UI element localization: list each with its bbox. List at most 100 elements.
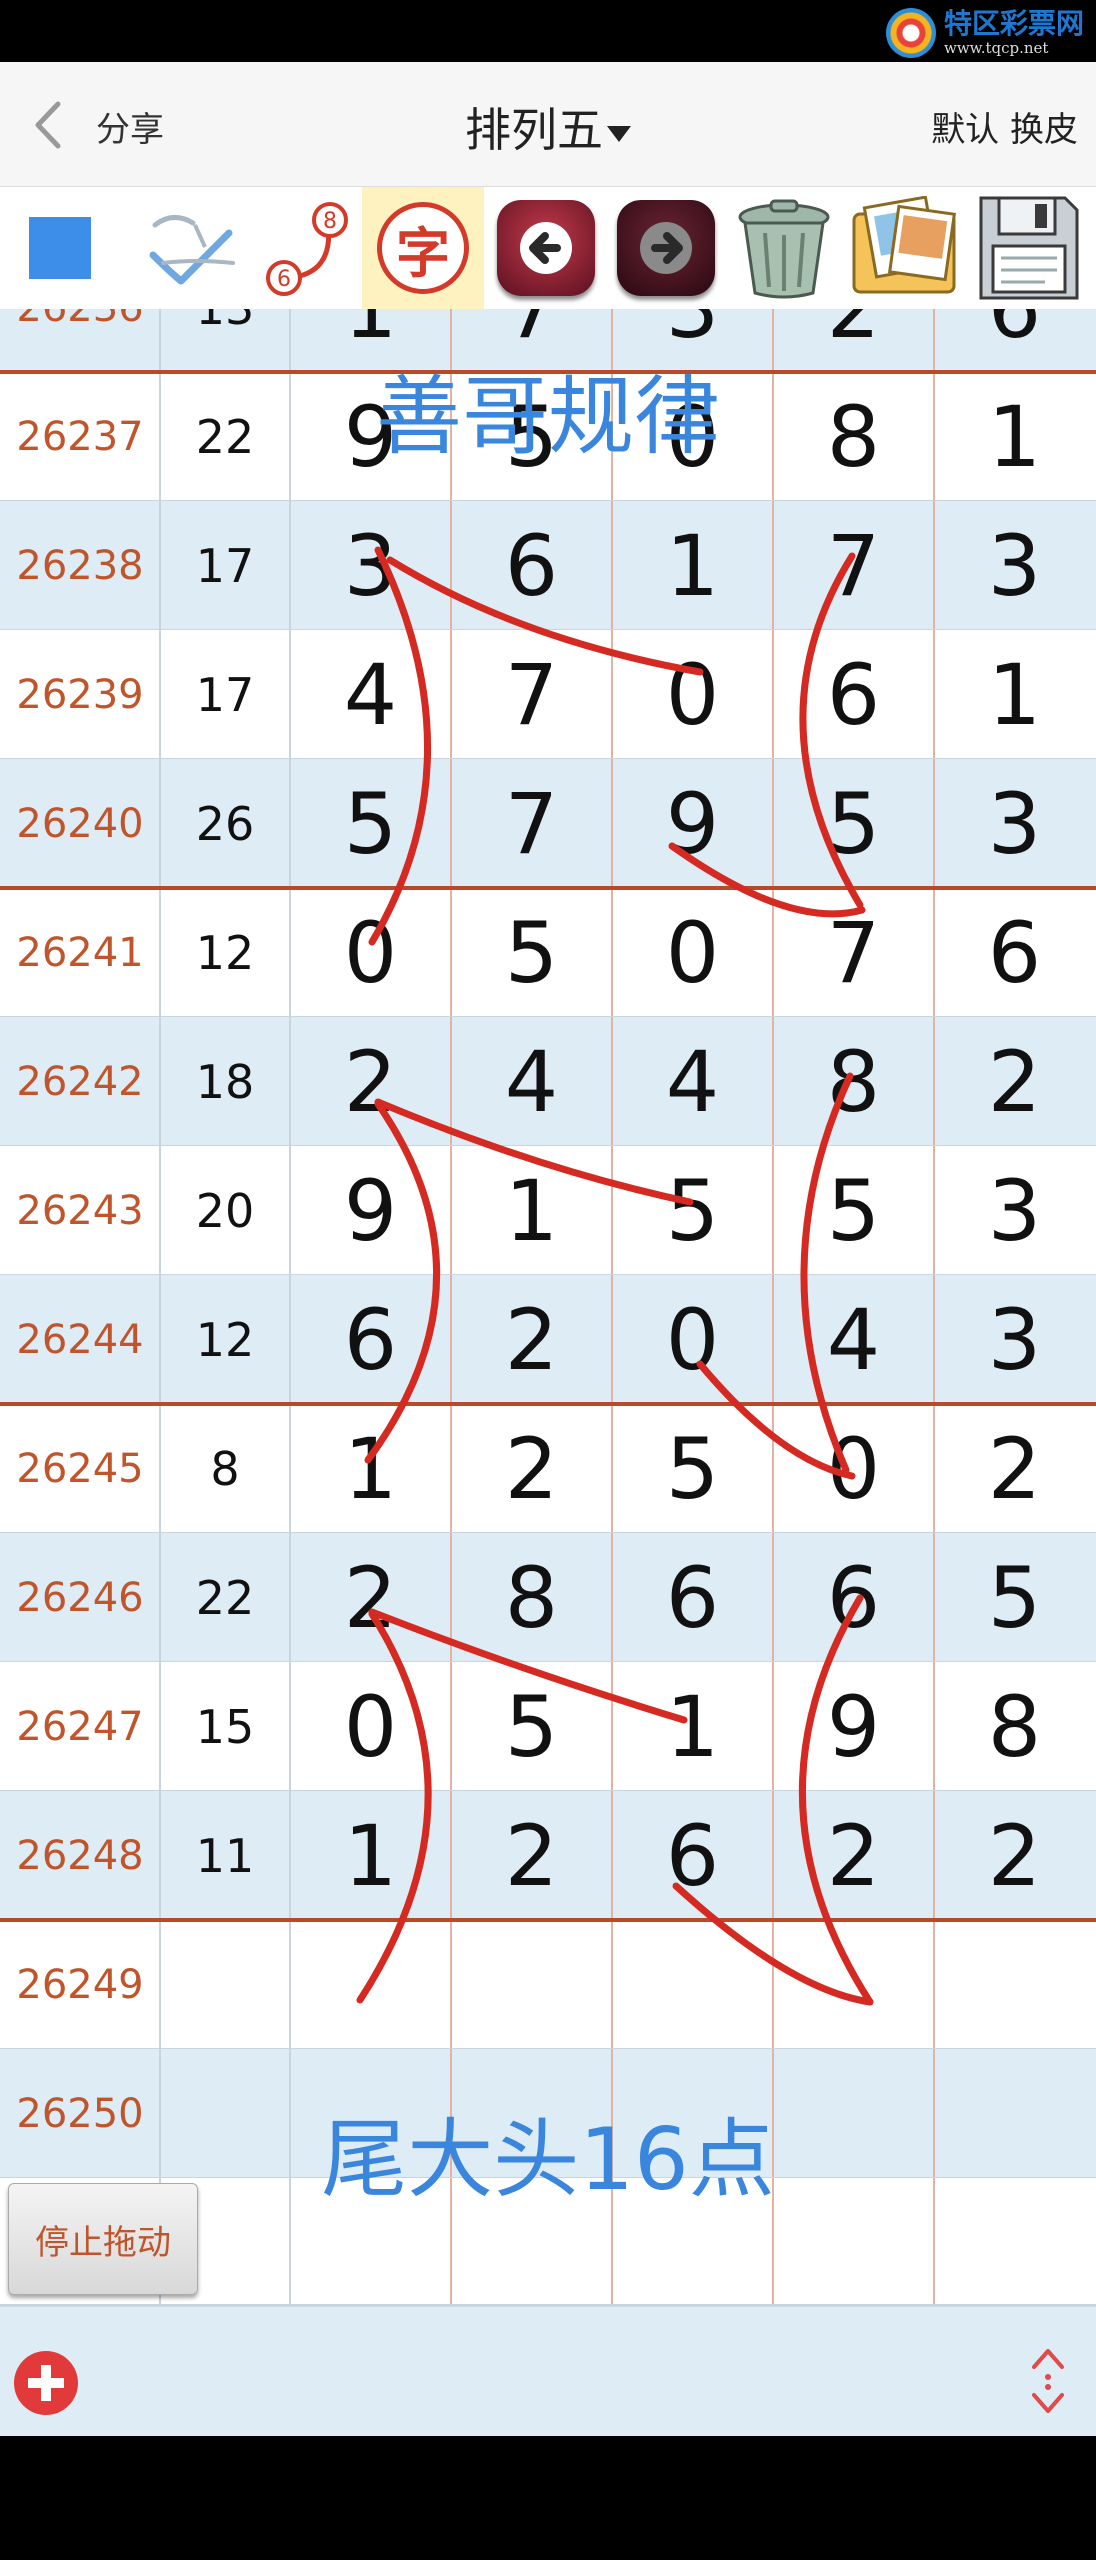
sum-value-cell: 12 xyxy=(195,925,255,980)
digit-cell[interactable]: 9 xyxy=(773,1662,934,1791)
digit-cell[interactable]: 2 xyxy=(290,1017,451,1146)
clear-trash-button[interactable] xyxy=(724,187,844,309)
digit-cell[interactable]: 1 xyxy=(451,1146,612,1275)
text-tool-button[interactable]: 字 xyxy=(362,187,484,309)
digit-cell[interactable] xyxy=(773,1920,934,2049)
digit-cell[interactable]: 0 xyxy=(612,630,773,759)
digit-cell[interactable]: 5 xyxy=(773,759,934,888)
group-separator-line xyxy=(0,1918,1096,1922)
redo-button[interactable] xyxy=(608,187,724,309)
digit-cell[interactable]: 5 xyxy=(451,888,612,1017)
digit-cell[interactable]: 5 xyxy=(612,1146,773,1275)
digit-cell[interactable]: 0 xyxy=(612,888,773,1017)
digit-cell[interactable]: 6 xyxy=(612,1533,773,1662)
digit-cell[interactable] xyxy=(290,1920,451,2049)
digit-cell[interactable]: 6 xyxy=(773,1533,934,1662)
table-row: 26239 17 4 7 0 6 1 xyxy=(0,630,1096,759)
digit-cell[interactable]: 2 xyxy=(290,1533,451,1662)
table-row: 26241 12 0 5 0 7 6 xyxy=(0,888,1096,1017)
trash-can-icon xyxy=(738,199,830,299)
digit-cell[interactable]: 5 xyxy=(773,1146,934,1275)
table-row: 26248 11 1 2 6 2 2 xyxy=(0,1791,1096,1920)
share-button[interactable]: 分享 xyxy=(96,102,164,151)
group-separator-line xyxy=(0,886,1096,890)
grid-vertical-line xyxy=(772,309,774,2306)
grid-horizontal-line xyxy=(0,1532,1096,1533)
digit-cell[interactable]: 1 xyxy=(612,1662,773,1791)
skin-switch-button[interactable]: 默认 换皮 xyxy=(931,102,1078,151)
digit-cell[interactable]: 6 xyxy=(934,888,1095,1017)
grid-horizontal-line xyxy=(0,1790,1096,1791)
digit-cell[interactable]: 6 xyxy=(290,1275,451,1404)
digit-cell[interactable]: 3 xyxy=(290,501,451,630)
color-picker-button[interactable] xyxy=(8,187,112,309)
digit-cell[interactable]: 2 xyxy=(451,1275,612,1404)
issue-number-cell: 26245 xyxy=(16,1445,144,1492)
digit-cell[interactable]: 1 xyxy=(290,1404,451,1533)
digit-cell[interactable]: 3 xyxy=(934,759,1095,888)
issue-number-cell: 26249 xyxy=(16,1961,144,2008)
connect-line-button[interactable]: 8 6 xyxy=(258,187,362,309)
digit-cell[interactable]: 5 xyxy=(290,759,451,888)
digit-cell[interactable]: 0 xyxy=(290,1662,451,1791)
digit-cell[interactable]: 8 xyxy=(451,1533,612,1662)
digit-cell[interactable]: 6 xyxy=(612,1791,773,1920)
grid-vertical-line xyxy=(450,309,452,2306)
digit-cell[interactable]: 0 xyxy=(290,888,451,1017)
scroll-toggle-icon[interactable] xyxy=(1028,2345,1068,2417)
digit-cell[interactable]: 5 xyxy=(934,1533,1095,1662)
digit-cell[interactable] xyxy=(934,1920,1095,2049)
digit-cell[interactable]: 2 xyxy=(451,1404,612,1533)
digit-cell[interactable]: 6 xyxy=(773,630,934,759)
digit-cell[interactable]: 4 xyxy=(773,1275,934,1404)
sum-value-cell: 17 xyxy=(195,667,255,722)
open-image-button[interactable] xyxy=(844,187,966,309)
digit-cell[interactable]: 8 xyxy=(773,1017,934,1146)
add-icon[interactable] xyxy=(14,2351,78,2415)
digit-cell[interactable] xyxy=(612,1920,773,2049)
digit-cell[interactable]: 3 xyxy=(934,1275,1095,1404)
digit-cell[interactable]: 2 xyxy=(934,1404,1095,1533)
digit-cell[interactable]: 7 xyxy=(451,630,612,759)
digit-cell[interactable]: 7 xyxy=(773,501,934,630)
sum-value-cell: 18 xyxy=(195,1054,255,1109)
sum-value-cell: 26 xyxy=(195,796,255,851)
digit-cell[interactable]: 5 xyxy=(451,1662,612,1791)
digit-cell[interactable]: 0 xyxy=(612,1275,773,1404)
bottom-bar xyxy=(0,2306,1096,2437)
digit-cell[interactable]: 0 xyxy=(773,1404,934,1533)
lottery-type-dropdown[interactable]: 排列五 xyxy=(465,103,631,157)
digit-cell[interactable]: 6 xyxy=(451,501,612,630)
digit-cell[interactable]: 1 xyxy=(612,501,773,630)
grid-horizontal-line xyxy=(0,1016,1096,1017)
digit-cell[interactable] xyxy=(451,1920,612,2049)
sum-value-cell: 11 xyxy=(195,1828,255,1883)
digit-cell[interactable]: 4 xyxy=(612,1017,773,1146)
digit-cell[interactable]: 8 xyxy=(934,1662,1095,1791)
digit-cell[interactable]: 5 xyxy=(612,1404,773,1533)
stop-drag-button[interactable]: 停止拖动 xyxy=(8,2183,198,2295)
digit-cell[interactable]: 1 xyxy=(290,1791,451,1920)
drawing-toolbar: 8 6 字 xyxy=(0,187,1096,309)
save-button[interactable] xyxy=(970,187,1088,309)
digit-cell[interactable]: 2 xyxy=(934,1791,1095,1920)
digit-cell[interactable]: 4 xyxy=(290,630,451,759)
digit-cell[interactable]: 7 xyxy=(451,759,612,888)
digit-cell[interactable]: 4 xyxy=(451,1017,612,1146)
grid-vertical-line xyxy=(611,309,613,2306)
issue-number-cell: 26247 xyxy=(16,1703,144,1750)
back-button[interactable] xyxy=(28,100,68,150)
digit-cell[interactable]: 2 xyxy=(934,1017,1095,1146)
pen-tool-button[interactable] xyxy=(128,187,258,309)
digit-cell[interactable]: 3 xyxy=(934,501,1095,630)
draw-table[interactable]: 2623613173262623722950812623817361732623… xyxy=(0,309,1096,2306)
digit-cell[interactable]: 7 xyxy=(773,888,934,1017)
digit-cell[interactable]: 2 xyxy=(451,1791,612,1920)
digit-cell[interactable]: 9 xyxy=(290,1146,451,1275)
digit-cell[interactable]: 9 xyxy=(612,759,773,888)
digit-cell[interactable]: 3 xyxy=(934,1146,1095,1275)
undo-arrow-icon xyxy=(497,200,595,296)
undo-button[interactable] xyxy=(488,187,604,309)
digit-cell[interactable]: 2 xyxy=(773,1791,934,1920)
digit-cell[interactable]: 1 xyxy=(934,630,1095,759)
